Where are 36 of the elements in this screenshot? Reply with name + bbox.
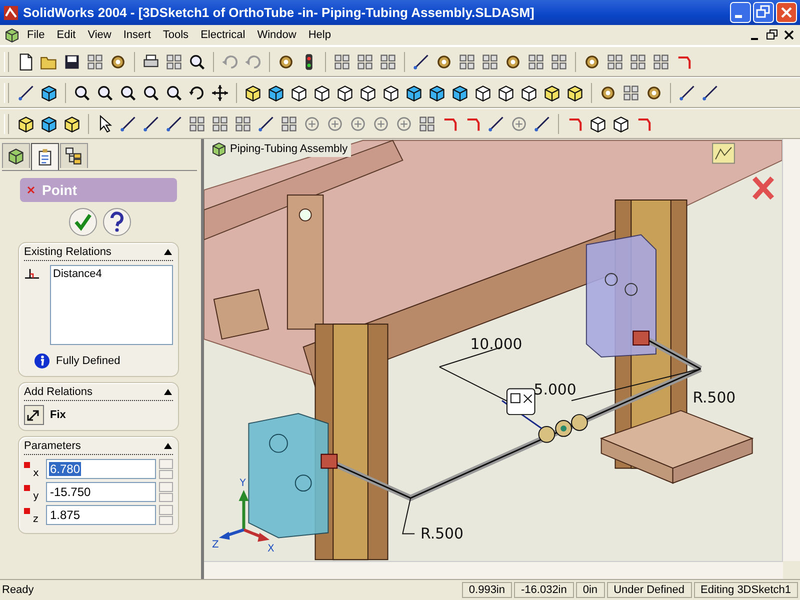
list-item[interactable]: Distance4	[53, 268, 170, 280]
menu-item[interactable]: Edit	[52, 29, 81, 41]
section-heading: Existing Relations	[24, 246, 112, 258]
relation-label: Fix	[50, 409, 66, 421]
dimension-label[interactable]: 10.000	[470, 335, 522, 353]
menu-item[interactable]: Window	[252, 29, 302, 41]
status-message: Ready	[2, 584, 35, 596]
dimension-label[interactable]: 5.000	[534, 380, 576, 399]
status-text: Fully Defined	[56, 355, 120, 367]
coordinate-field[interactable]: 6.780	[46, 459, 156, 479]
axis-label: z	[33, 512, 40, 524]
dimension-label[interactable]: R.500	[420, 524, 464, 543]
menu-item[interactable]: Tools	[158, 29, 194, 41]
axis-label: x	[33, 466, 40, 478]
status-field: Editing 3DSketch1	[694, 582, 798, 598]
menu-item[interactable]: File	[22, 29, 50, 41]
menu-item[interactable]: Electrical	[196, 29, 250, 41]
menu-item[interactable]: View	[82, 29, 116, 41]
section-heading: Parameters	[24, 440, 82, 452]
window-title: SolidWorks 2004 - [3DSketch1 of OrthoTube -in- Piping-Tubing Assembly.SLDASM]	[23, 5, 536, 20]
coordinate-field[interactable]: 1.875	[46, 505, 156, 525]
menu-item[interactable]: Help	[303, 29, 336, 41]
property-title: Point	[42, 182, 77, 198]
dimension-label[interactable]: R.500	[692, 388, 736, 407]
axis-label: Z	[212, 540, 219, 551]
section-heading: Add Relations	[24, 386, 94, 398]
relations-list[interactable]: Distance4	[50, 265, 173, 345]
status-field: 0in	[576, 582, 605, 598]
axis-label: Y	[240, 478, 246, 490]
status-field: 0.993in	[462, 582, 512, 598]
status-field: Under Defined	[606, 582, 692, 598]
menu-item[interactable]: Insert	[118, 29, 156, 41]
axis-label: y	[33, 490, 40, 502]
status-field: -16.032in	[514, 582, 574, 598]
coordinate-field[interactable]: -15.750	[46, 482, 156, 502]
axis-label: X	[268, 544, 274, 555]
